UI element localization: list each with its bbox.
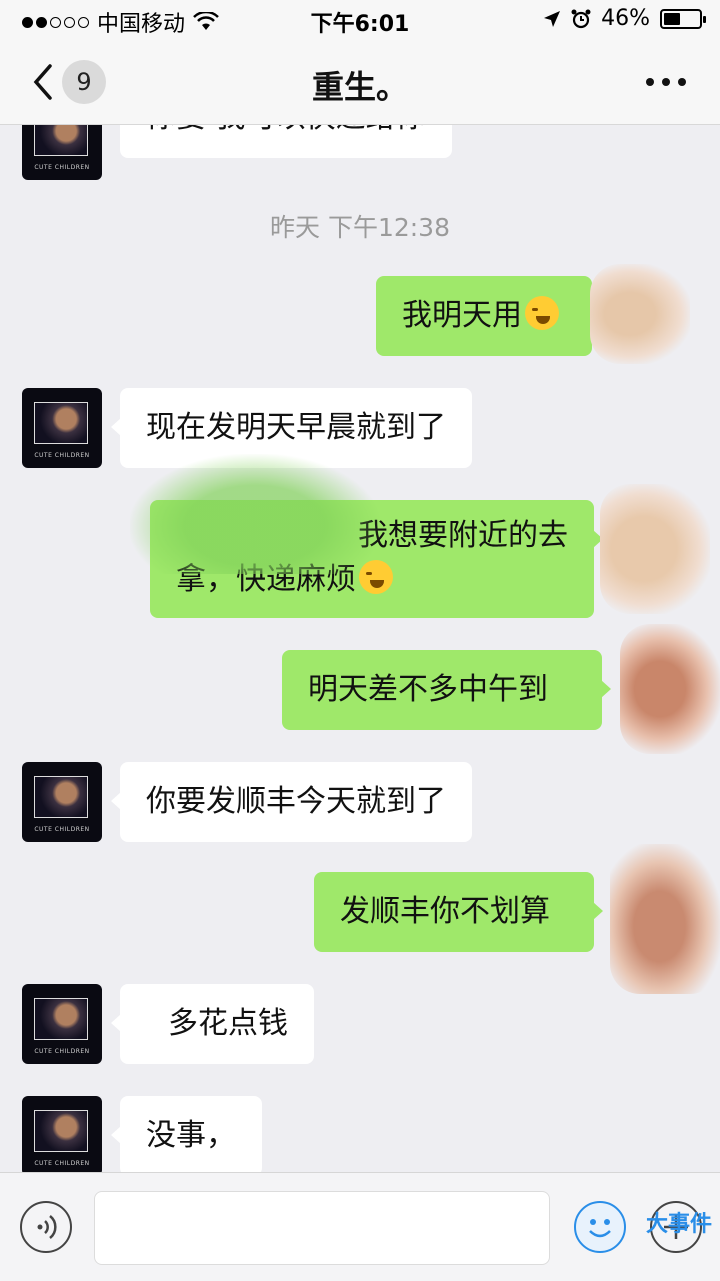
message-list[interactable]: CUTE CHILDREN 你要 我可以快递给你 昨天 下午12:38 我明天用… xyxy=(0,124,720,1172)
contact-avatar[interactable]: CUTE CHILDREN xyxy=(22,984,102,1064)
message-input[interactable] xyxy=(94,1191,550,1265)
voice-icon xyxy=(37,1215,57,1239)
redaction-smudge xyxy=(590,264,690,364)
alarm-icon xyxy=(571,9,591,28)
crying-laughing-emoji-icon xyxy=(525,296,559,330)
incoming-message[interactable]: 没事， xyxy=(111,1096,262,1172)
message-text: 我明天用 xyxy=(402,298,522,333)
smiley-icon xyxy=(589,1219,611,1238)
avatar-caption: CUTE CHILDREN xyxy=(34,826,90,833)
chat-title: 重生。 xyxy=(311,68,408,106)
contact-avatar[interactable]: CUTE CHILDREN xyxy=(22,124,102,180)
redaction-smudge xyxy=(600,484,710,614)
avatar-caption: CUTE CHILDREN xyxy=(34,452,90,459)
avatar-caption: CUTE CHILDREN xyxy=(34,1048,90,1055)
incoming-message[interactable]: 你要发顺丰今天就到了 xyxy=(111,762,472,842)
incoming-message[interactable]: 多花点钱 xyxy=(111,984,314,1064)
input-bar xyxy=(0,1172,720,1281)
battery-icon xyxy=(660,8,706,29)
contact-avatar[interactable]: CUTE CHILDREN xyxy=(22,388,102,468)
outgoing-message[interactable]: 我明天用 xyxy=(376,276,601,356)
timestamp: 昨天 下午12:38 xyxy=(270,213,450,242)
outgoing-message[interactable]: 发顺丰你不划算 xyxy=(314,872,603,952)
redaction-smudge xyxy=(610,844,720,994)
status-right-group: 46% xyxy=(543,6,706,31)
status-bar: 中国移动 下午6:01 46% xyxy=(0,0,720,40)
contact-avatar[interactable]: CUTE CHILDREN xyxy=(22,1096,102,1172)
redaction-smudge xyxy=(620,624,720,754)
more-options-icon[interactable] xyxy=(646,78,686,86)
emoji-button[interactable] xyxy=(574,1201,626,1253)
avatar-caption: CUTE CHILDREN xyxy=(34,1160,90,1167)
chat-header: 9 重生。 xyxy=(0,40,720,125)
incoming-message[interactable]: 你要 我可以快递给你 xyxy=(111,124,452,158)
battery-fill xyxy=(664,12,680,25)
battery-percent: 46% xyxy=(601,6,650,31)
contact-avatar[interactable]: CUTE CHILDREN xyxy=(22,762,102,842)
watermark-logo: 大事件 xyxy=(645,1212,712,1237)
voice-input-button[interactable] xyxy=(20,1201,72,1253)
avatar-caption: CUTE CHILDREN xyxy=(34,164,90,171)
location-arrow-icon xyxy=(544,10,561,27)
redaction-smudge xyxy=(130,454,380,574)
outgoing-message[interactable]: 明天差不多中午到 xyxy=(282,650,611,730)
